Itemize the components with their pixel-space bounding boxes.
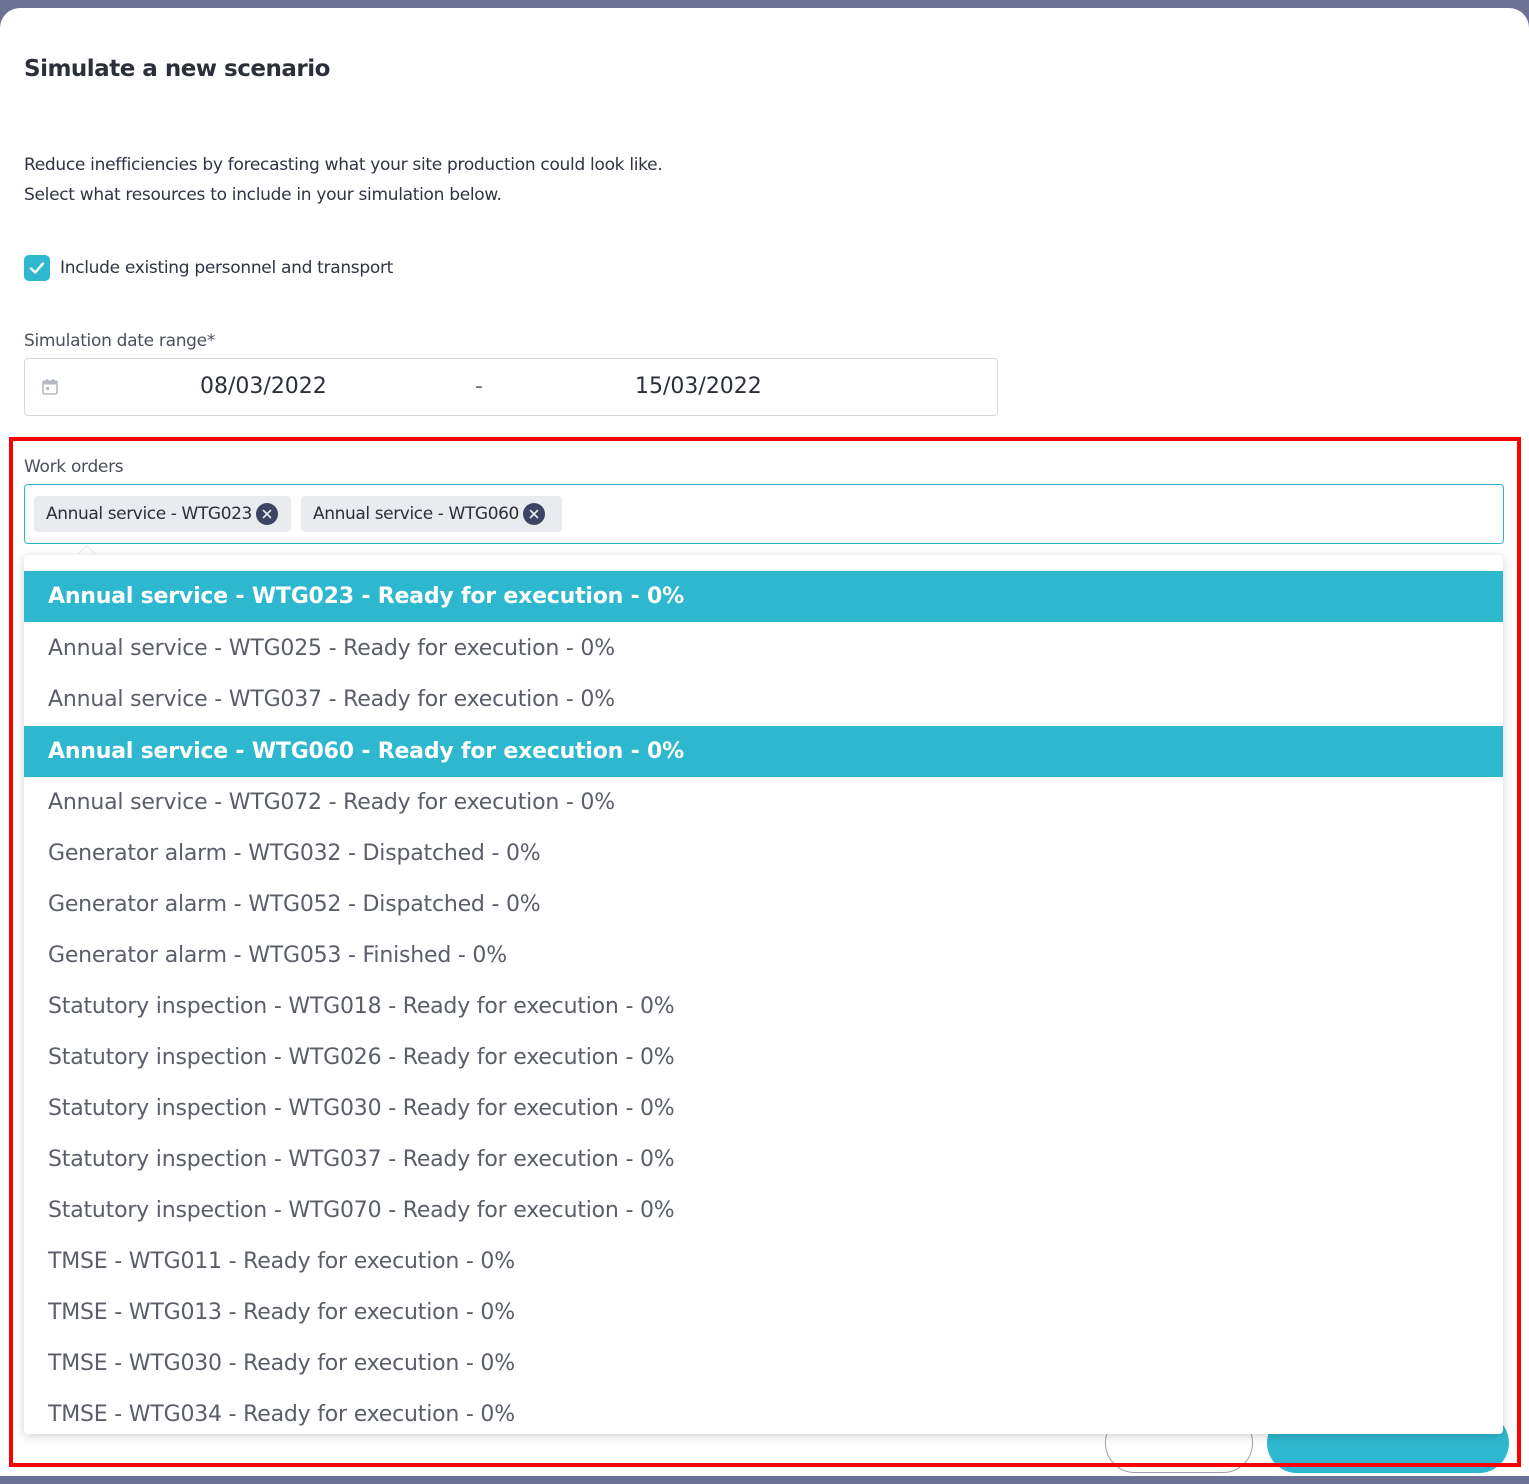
date-range-picker[interactable]: 08/03/2022 - 15/03/2022 xyxy=(24,358,998,416)
dropdown-option[interactable]: Statutory inspection - WTG037 - Ready fo… xyxy=(24,1134,1503,1185)
dropdown-option[interactable]: Annual service - WTG025 - Ready for exec… xyxy=(24,623,1503,674)
dropdown-option[interactable]: Generator alarm - WTG052 - Dispatched - … xyxy=(24,879,1503,930)
dropdown-option[interactable]: Statutory inspection - WTG070 - Ready fo… xyxy=(24,1185,1503,1236)
check-icon xyxy=(29,262,45,274)
work-orders-label: Work orders xyxy=(24,457,124,477)
dropdown-option[interactable]: Generator alarm - WTG053 - Finished - 0% xyxy=(24,930,1503,981)
end-date-input[interactable]: 15/03/2022 xyxy=(635,374,762,399)
dropdown-option[interactable]: Annual service - WTG023 - Ready for exec… xyxy=(24,571,1503,622)
description-line-2: Select what resources to include in your… xyxy=(24,185,502,205)
work-orders-dropdown: Annual service - WTG023 - Ready for exec… xyxy=(24,555,1503,1434)
dropdown-option[interactable]: Annual service - WTG060 - Ready for exec… xyxy=(24,726,1503,777)
chip-label: Annual service - WTG023 xyxy=(46,504,252,524)
dropdown-option[interactable]: TMSE - WTG013 - Ready for execution - 0% xyxy=(24,1287,1503,1338)
start-date-input[interactable]: 08/03/2022 xyxy=(200,374,327,399)
backdrop-top xyxy=(0,0,1529,8)
description-line-1: Reduce inefficiencies by forecasting wha… xyxy=(24,155,663,175)
date-range-label: Simulation date range* xyxy=(24,331,216,351)
dropdown-option[interactable]: TMSE - WTG030 - Ready for execution - 0% xyxy=(24,1338,1503,1389)
dropdown-option[interactable]: Generator alarm - WTG032 - Dispatched - … xyxy=(24,828,1503,879)
include-personnel-checkbox-row[interactable]: Include existing personnel and transport xyxy=(24,254,393,282)
dropdown-option[interactable]: Statutory inspection - WTG026 - Ready fo… xyxy=(24,1032,1503,1083)
dropdown-option[interactable]: TMSE - WTG011 - Ready for execution - 0% xyxy=(24,1236,1503,1287)
work-orders-select[interactable]: Annual service - WTG023 Annual service -… xyxy=(24,484,1504,544)
dropdown-option[interactable]: TMSE - WTG034 - Ready for execution - 0% xyxy=(24,1389,1503,1434)
dropdown-option[interactable]: Annual service - WTG072 - Ready for exec… xyxy=(24,777,1503,828)
dropdown-option[interactable]: Statutory inspection - WTG030 - Ready fo… xyxy=(24,1083,1503,1134)
date-range-separator: - xyxy=(475,374,483,399)
include-personnel-checkbox[interactable] xyxy=(24,255,50,281)
calendar-icon xyxy=(42,379,58,395)
dropdown-option[interactable]: Annual service - WTG037 - Ready for exec… xyxy=(24,674,1503,725)
selected-chip: Annual service - WTG023 xyxy=(34,496,291,532)
dialog-title: Simulate a new scenario xyxy=(24,56,330,82)
backdrop-bottom xyxy=(0,1476,1529,1484)
close-circle-icon[interactable] xyxy=(255,503,278,525)
chip-label: Annual service - WTG060 xyxy=(313,504,519,524)
dropdown-caret xyxy=(78,546,96,555)
include-personnel-label[interactable]: Include existing personnel and transport xyxy=(60,258,393,278)
selected-chip: Annual service - WTG060 xyxy=(301,496,562,532)
close-circle-icon[interactable] xyxy=(522,503,545,525)
dropdown-option[interactable]: Statutory inspection - WTG018 - Ready fo… xyxy=(24,981,1503,1032)
dialog-description: Reduce inefficiencies by forecasting wha… xyxy=(24,150,663,210)
